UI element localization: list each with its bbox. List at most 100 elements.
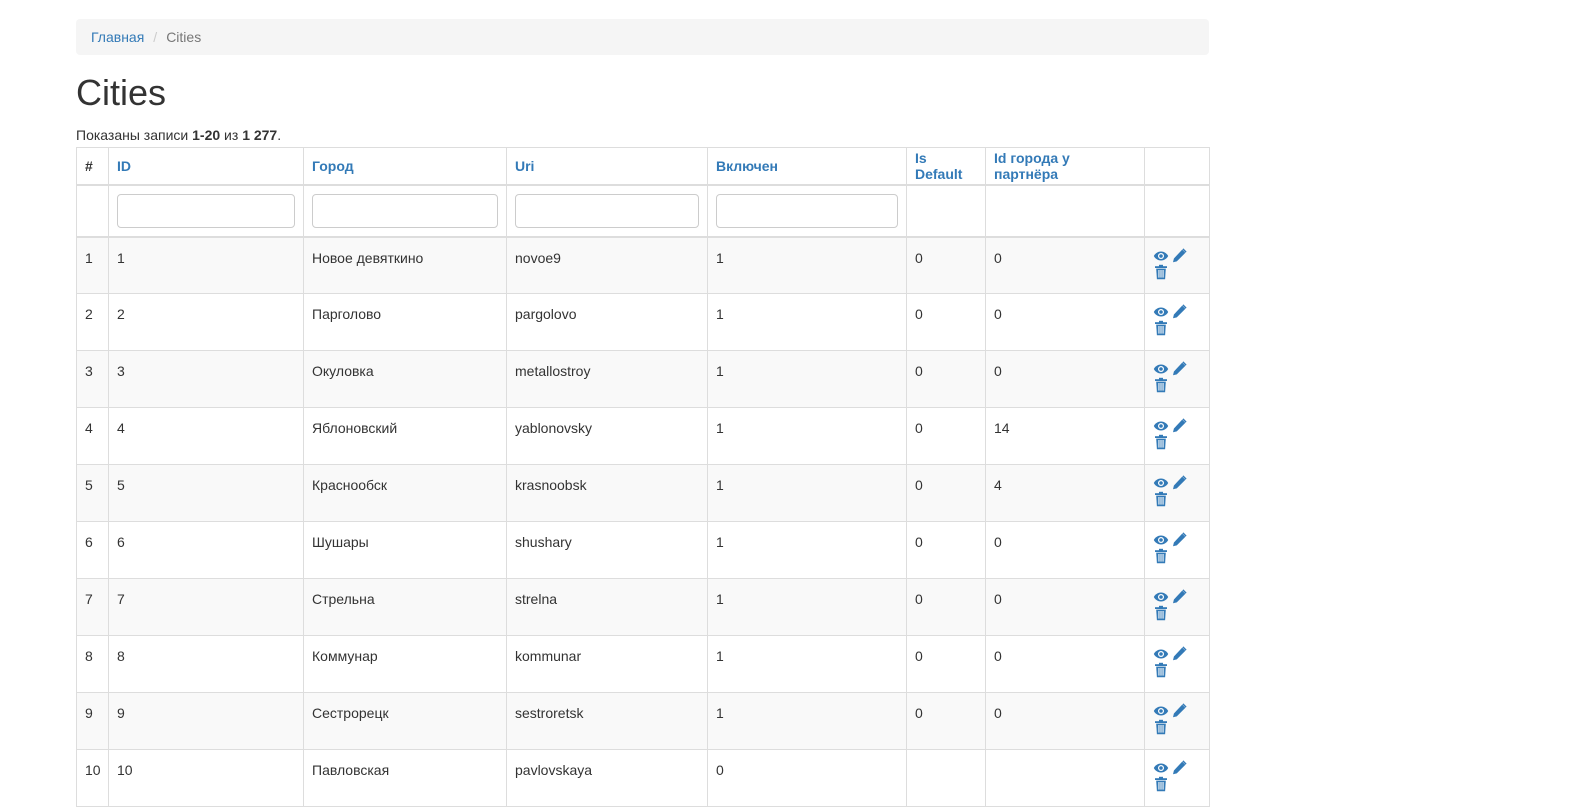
- pencil-icon[interactable]: [1171, 760, 1187, 776]
- cell-partner-city-id: 0: [985, 293, 1145, 351]
- cell-id: 1: [108, 236, 304, 294]
- eye-icon[interactable]: [1153, 361, 1169, 377]
- cell-id: 9: [108, 692, 304, 750]
- cell-partner-city-id: 14: [985, 407, 1145, 465]
- cell-num: 2: [76, 293, 109, 351]
- trash-icon[interactable]: [1153, 377, 1169, 393]
- cell-partner-city-id: 4: [985, 464, 1145, 522]
- cell-id: 6: [108, 521, 304, 579]
- eye-icon[interactable]: [1153, 589, 1169, 605]
- cell-city: Новое девяткино: [303, 236, 507, 294]
- trash-icon[interactable]: [1153, 662, 1169, 678]
- filter-cell-enabled: [707, 184, 907, 238]
- pencil-icon[interactable]: [1171, 532, 1187, 548]
- table-row: 4 4 Яблоновский yablonovsky 1 0 14: [76, 407, 1210, 465]
- pencil-icon[interactable]: [1171, 247, 1187, 264]
- trash-icon[interactable]: [1153, 719, 1169, 735]
- column-header-partner-city-id[interactable]: Id города у партнёра: [985, 147, 1145, 186]
- table-row: 6 6 Шушары shushary 1 0 0: [76, 521, 1210, 579]
- pencil-icon[interactable]: [1171, 361, 1187, 377]
- eye-icon[interactable]: [1153, 304, 1169, 320]
- row-actions: [1153, 304, 1201, 336]
- trash-icon[interactable]: [1153, 605, 1169, 621]
- cell-enabled: 1: [707, 407, 907, 465]
- pencil-icon[interactable]: [1171, 475, 1187, 491]
- trash-icon[interactable]: [1153, 434, 1169, 450]
- cell-id: 4: [108, 407, 304, 465]
- cell-enabled: 1: [707, 692, 907, 750]
- cell-enabled: 1: [707, 464, 907, 522]
- cell-uri: yablonovsky: [506, 407, 708, 465]
- filter-cell-partner-city-id: [985, 184, 1145, 238]
- column-header-actions: [1144, 147, 1210, 186]
- table-row: 5 5 Краснообск krasnoobsk 1 0 4: [76, 464, 1210, 522]
- breadcrumb-home-link[interactable]: Главная: [91, 29, 144, 45]
- cell-is-default: 0: [906, 464, 986, 522]
- cell-city: Окуловка: [303, 350, 507, 408]
- cell-id: 5: [108, 464, 304, 522]
- pencil-icon[interactable]: [1171, 418, 1187, 434]
- cell-partner-city-id: 0: [985, 692, 1145, 750]
- cell-enabled: 0: [707, 749, 907, 807]
- filter-cell-num: [76, 184, 109, 238]
- cell-is-default: 0: [906, 521, 986, 579]
- trash-icon[interactable]: [1153, 548, 1169, 564]
- cell-num: 5: [76, 464, 109, 522]
- filter-city-input[interactable]: [312, 193, 498, 228]
- table-row: 1 1 Новое девяткино novoe9 1 0 0: [76, 236, 1210, 294]
- cell-uri: novoe9: [506, 236, 708, 294]
- column-header-city[interactable]: Город: [303, 147, 507, 186]
- trash-icon[interactable]: [1153, 320, 1169, 336]
- cell-enabled: 1: [707, 293, 907, 351]
- cell-enabled: 1: [707, 635, 907, 693]
- cell-is-default: 0: [906, 635, 986, 693]
- pencil-icon[interactable]: [1171, 703, 1187, 719]
- trash-icon[interactable]: [1153, 491, 1169, 507]
- column-header-enabled[interactable]: Включен: [707, 147, 907, 186]
- cell-actions: [1144, 578, 1210, 636]
- filter-enabled-input[interactable]: [716, 193, 898, 228]
- pencil-icon[interactable]: [1171, 589, 1187, 605]
- table-row: 2 2 Парголово pargolovo 1 0 0: [76, 293, 1210, 351]
- cell-partner-city-id: 0: [985, 350, 1145, 408]
- summary-total: 1 277: [242, 127, 278, 143]
- cell-is-default: 0: [906, 350, 986, 408]
- filter-id-input[interactable]: [117, 193, 295, 228]
- eye-icon[interactable]: [1153, 248, 1169, 264]
- trash-icon[interactable]: [1153, 264, 1169, 280]
- trash-icon[interactable]: [1153, 776, 1169, 792]
- pencil-icon[interactable]: [1171, 304, 1187, 320]
- column-header-is-default[interactable]: Is Default: [906, 147, 986, 186]
- cell-actions: [1144, 236, 1210, 294]
- cell-actions: [1144, 464, 1210, 522]
- cell-city: Парголово: [303, 293, 507, 351]
- cell-uri: sestroretsk: [506, 692, 708, 750]
- summary-prefix: Показаны записи: [76, 127, 193, 143]
- table-row: 7 7 Стрельна strelna 1 0 0: [76, 578, 1210, 636]
- eye-icon[interactable]: [1153, 475, 1169, 491]
- eye-icon[interactable]: [1153, 760, 1169, 776]
- grid-summary: Показаны записи 1-20 из 1 277.: [76, 126, 1209, 144]
- eye-icon[interactable]: [1153, 418, 1169, 434]
- cell-uri: pargolovo: [506, 293, 708, 351]
- eye-icon[interactable]: [1153, 532, 1169, 548]
- cell-is-default: 0: [906, 578, 986, 636]
- table-row: 8 8 Коммунар kommunar 1 0 0: [76, 635, 1210, 693]
- eye-icon[interactable]: [1153, 646, 1169, 662]
- cell-partner-city-id: 0: [985, 521, 1145, 579]
- column-header-id[interactable]: ID: [108, 147, 304, 186]
- cell-uri: shushary: [506, 521, 708, 579]
- cell-actions: [1144, 350, 1210, 408]
- eye-icon[interactable]: [1153, 703, 1169, 719]
- column-header-uri[interactable]: Uri: [506, 147, 708, 186]
- filter-cell-uri: [506, 184, 708, 238]
- cell-num: 9: [76, 692, 109, 750]
- cell-actions: [1144, 407, 1210, 465]
- breadcrumb: Главная / Cities: [76, 19, 1209, 55]
- pencil-icon[interactable]: [1171, 646, 1187, 662]
- cell-enabled: 1: [707, 350, 907, 408]
- cell-num: 7: [76, 578, 109, 636]
- table-row: 3 3 Окуловка metallostroy 1 0 0: [76, 350, 1210, 408]
- filter-uri-input[interactable]: [515, 193, 699, 228]
- cell-uri: kommunar: [506, 635, 708, 693]
